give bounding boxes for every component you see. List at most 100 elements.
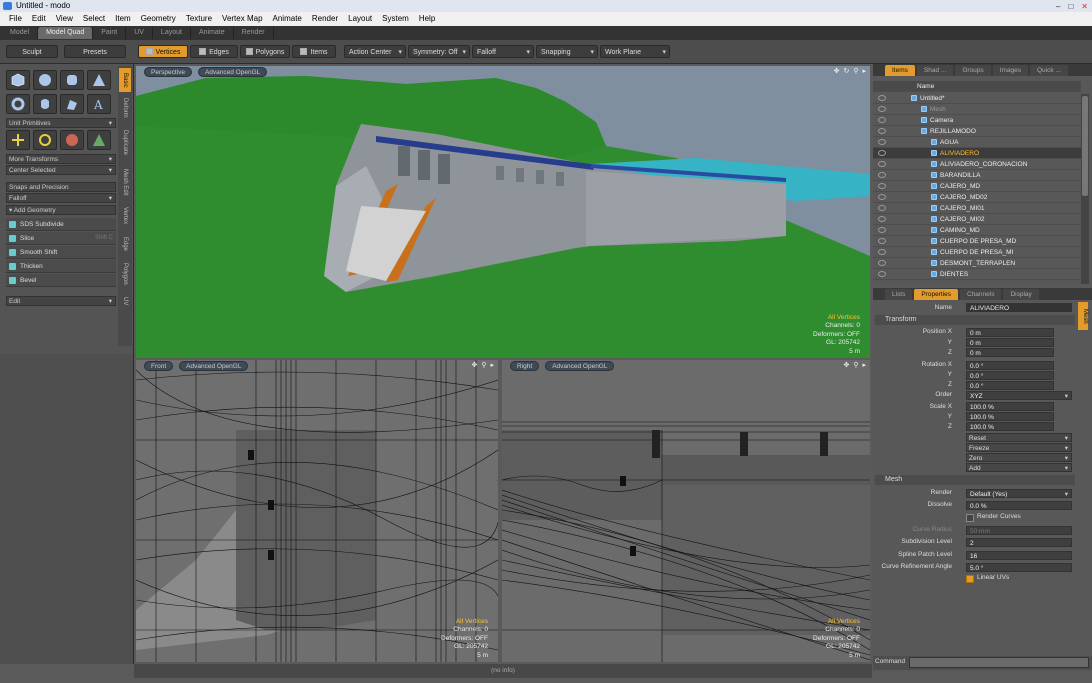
rotation-x-field[interactable]: 0.0 ° [966, 361, 1054, 370]
menu-view[interactable]: View [51, 12, 78, 26]
tree-row[interactable]: Untitled* [873, 93, 1081, 104]
menu-geometry[interactable]: Geometry [136, 12, 181, 26]
presets-button[interactable]: Presets [64, 45, 126, 58]
tree-row[interactable]: CAJERO_MD02 [873, 192, 1081, 203]
vtab-duplicate[interactable]: Duplicate [119, 124, 131, 162]
tree-row[interactable]: CAJERO_MI01 [873, 203, 1081, 214]
bevel-button[interactable]: Bevel [6, 274, 116, 287]
visibility-eye-icon[interactable] [878, 150, 886, 156]
vtab-edge[interactable]: Edge [119, 232, 131, 256]
position-y-field[interactable]: 0 m [966, 338, 1054, 347]
move-tool-button[interactable] [6, 130, 30, 150]
sphere-primitive-button[interactable] [33, 70, 57, 90]
transform-tool-button[interactable] [87, 130, 111, 150]
vtab-deform[interactable]: Deform [119, 94, 131, 122]
thicken-button[interactable]: Thicken [6, 260, 116, 273]
perspective-view-button[interactable]: Perspective [144, 67, 192, 77]
rotation-z-field[interactable]: 0.0 ° [966, 381, 1054, 390]
items-scrollbar-thumb[interactable] [1082, 96, 1088, 196]
menu-file[interactable]: File [4, 12, 27, 26]
rotation-y-field[interactable]: 0.0 ° [966, 371, 1054, 380]
scale-z-field[interactable]: 100.0 % [966, 422, 1054, 431]
smooth-shift-button[interactable]: Smooth Shift [6, 246, 116, 259]
right-viewport[interactable]: Right Advanced OpenGL ✥ ⚲ ▸ All Vertices C… [502, 360, 870, 662]
tab-quick[interactable]: Quick ... [1029, 65, 1068, 76]
curve-radius-field[interactable]: 50 mm [966, 526, 1072, 535]
vtab-vertex[interactable]: Vertex [119, 202, 131, 230]
orbit-icon[interactable]: ↻ [843, 67, 849, 75]
menu-animate[interactable]: Animate [268, 12, 307, 26]
pan-icon[interactable]: ✥ [834, 67, 840, 75]
menu-edit[interactable]: Edit [27, 12, 51, 26]
item-name-field[interactable]: ALIVIADERO [966, 303, 1072, 312]
work-plane-dropdown[interactable]: Work Plane [600, 45, 670, 59]
reset-button[interactable]: Reset [966, 433, 1072, 443]
position-z-field[interactable]: 0 m [966, 348, 1054, 357]
right-view-button[interactable]: Right [510, 361, 540, 371]
tab-groups[interactable]: Groups [955, 65, 991, 76]
tree-row[interactable]: REJILLAMODO [873, 126, 1081, 137]
tree-row[interactable]: DESMONT_TERRAPLEN [873, 258, 1081, 269]
menu-help[interactable]: Help [414, 12, 440, 26]
add-geometry-header[interactable]: ▾ Add Geometry [6, 205, 116, 215]
sculpt-button[interactable]: Sculpt [6, 45, 58, 58]
tab-model-quad[interactable]: Model Quad [38, 27, 94, 39]
tree-row[interactable]: CUERPO DE PRESA_MI [873, 247, 1081, 258]
spline-patch-level-field[interactable]: 16 [966, 551, 1072, 560]
sds-subdivide-button[interactable]: SDS Subdivide [6, 218, 116, 231]
vtab-mesh-edit[interactable]: Mesh Edit [119, 164, 131, 200]
mesh-section-header[interactable]: Mesh [875, 475, 1075, 485]
menu-texture[interactable]: Texture [181, 12, 217, 26]
vtab-polygon[interactable]: Polygon [119, 258, 131, 290]
visibility-eye-icon[interactable] [878, 216, 886, 222]
viewport-menu-icon[interactable]: ▸ [862, 67, 866, 75]
tab-paint[interactable]: Paint [93, 27, 127, 39]
front-view-button[interactable]: Front [144, 361, 174, 371]
items-scrollbar[interactable] [1081, 94, 1089, 284]
rotation-order-dropdown[interactable]: XYZ [966, 391, 1072, 401]
tab-items[interactable]: Items [885, 65, 915, 76]
command-input[interactable] [909, 657, 1089, 668]
visibility-eye-icon[interactable] [878, 249, 886, 255]
menu-layout[interactable]: Layout [343, 12, 377, 26]
menu-item[interactable]: Item [110, 12, 136, 26]
mesh-side-tab[interactable]: Mesh [1078, 302, 1088, 330]
cylinder-primitive-button[interactable] [60, 70, 84, 90]
cube-primitive-button[interactable] [6, 70, 30, 90]
freeze-button[interactable]: Freeze [966, 443, 1072, 453]
menu-system[interactable]: System [377, 12, 414, 26]
tab-shader[interactable]: Shad ... [916, 65, 954, 76]
zoom-icon[interactable]: ⚲ [481, 361, 486, 369]
perspective-shading-button[interactable]: Advanced OpenGL [197, 67, 268, 77]
perspective-viewport[interactable]: Perspective Advanced OpenGL ✥ ↻ ⚲ ▸ All Ver… [136, 66, 870, 358]
scale-x-field[interactable]: 100.0 % [966, 402, 1054, 411]
curve-refinement-angle-field[interactable]: 5.0 ° [966, 563, 1072, 572]
visibility-eye-icon[interactable] [878, 161, 886, 167]
snaps-precision-header[interactable]: Snaps and Precision [6, 182, 116, 192]
zero-button[interactable]: Zero [966, 453, 1072, 463]
rotate-tool-button[interactable] [33, 130, 57, 150]
tree-row[interactable]: ALIVIADERO_CORONACION [873, 159, 1081, 170]
visibility-eye-icon[interactable] [878, 172, 886, 178]
zoom-icon[interactable]: ⚲ [853, 67, 858, 75]
items-mode-button[interactable]: Items [292, 45, 336, 58]
center-selected-dropdown[interactable]: Center Selected [6, 165, 116, 176]
subdivision-level-field[interactable]: 2 [966, 538, 1072, 547]
tab-layout[interactable]: Layout [153, 27, 191, 39]
slice-button[interactable]: Slice Shift C [6, 232, 116, 245]
tab-channels[interactable]: Channels [960, 289, 1002, 300]
visibility-eye-icon[interactable] [878, 205, 886, 211]
tree-row[interactable]: CAJERO_MI02 [873, 214, 1081, 225]
transform-section-header[interactable]: Transform [875, 315, 1075, 325]
menu-render[interactable]: Render [307, 12, 343, 26]
render-dropdown[interactable]: Default (Yes) [966, 489, 1072, 499]
linear-uvs-checkbox[interactable] [966, 575, 974, 583]
pan-icon[interactable]: ✥ [471, 361, 477, 369]
visibility-eye-icon[interactable] [878, 139, 886, 145]
torus-primitive-button[interactable] [6, 94, 30, 114]
menu-select[interactable]: Select [78, 12, 110, 26]
more-transforms-dropdown[interactable]: More Transforms [6, 154, 116, 165]
right-shading-button[interactable]: Advanced OpenGL [545, 361, 615, 371]
tree-row[interactable]: BARANDILLA [873, 170, 1081, 181]
visibility-eye-icon[interactable] [878, 95, 886, 101]
